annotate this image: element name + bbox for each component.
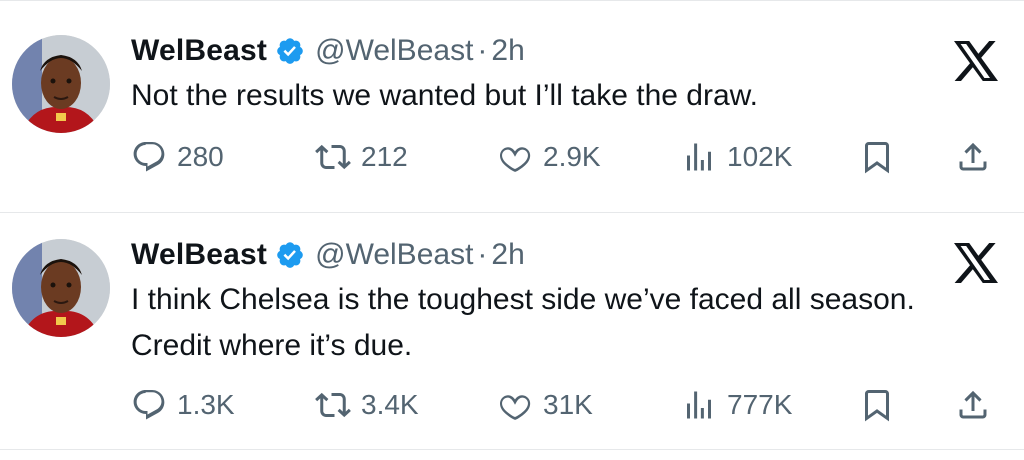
like-button[interactable]: 31K xyxy=(497,383,593,427)
avatar[interactable] xyxy=(12,35,110,133)
author-handle[interactable]: @WelBeast xyxy=(315,34,473,68)
action-bar: 280 212 2.9K 102K xyxy=(131,135,1011,179)
reply-icon xyxy=(133,142,165,172)
retweet-icon xyxy=(315,144,351,170)
share-icon xyxy=(959,390,987,419)
retweet-count: 3.4K xyxy=(361,389,419,420)
views-icon xyxy=(687,143,711,171)
views-count: 102K xyxy=(727,141,793,172)
action-bar: 1.3K 3.4K 31K 777K xyxy=(131,383,1011,427)
retweet-icon xyxy=(315,392,351,418)
reply-button[interactable]: 1.3K xyxy=(131,383,235,427)
tweet-card[interactable]: WelBeast @WelBeast · 2h Not the results … xyxy=(0,0,1024,213)
verified-badge-icon xyxy=(275,240,305,270)
share-icon xyxy=(959,142,987,171)
share-button[interactable] xyxy=(955,135,991,179)
retweet-count: 212 xyxy=(361,141,408,172)
bookmark-icon xyxy=(865,142,889,174)
retweet-button[interactable]: 3.4K xyxy=(315,383,419,427)
tweet-header: WelBeast @WelBeast · 2h xyxy=(131,235,525,275)
tweet-text: I think Chelsea is the toughest side we’… xyxy=(131,283,915,362)
like-count: 2.9K xyxy=(543,141,601,172)
bookmark-icon xyxy=(865,390,889,422)
views-count: 777K xyxy=(727,389,793,420)
separator-dot: · xyxy=(477,34,488,67)
heart-icon xyxy=(499,147,531,172)
separator-dot: · xyxy=(477,238,488,271)
author-handle[interactable]: @WelBeast xyxy=(315,238,473,272)
reply-button[interactable]: 280 xyxy=(131,135,224,179)
timestamp[interactable]: 2h xyxy=(491,238,524,272)
author-name[interactable]: WelBeast xyxy=(131,238,267,272)
reply-count: 1.3K xyxy=(177,389,235,420)
views-button[interactable]: 102K xyxy=(681,135,792,179)
like-button[interactable]: 2.9K xyxy=(497,135,601,179)
heart-icon xyxy=(499,395,531,420)
verified-badge-icon xyxy=(275,36,305,66)
author-name[interactable]: WelBeast xyxy=(131,34,267,68)
like-count: 31K xyxy=(543,389,593,420)
retweet-button[interactable]: 212 xyxy=(315,135,408,179)
timestamp[interactable]: 2h xyxy=(491,34,524,68)
tweet-text: Not the results we wanted but I’ll take … xyxy=(131,79,758,112)
tweet-card[interactable]: WelBeast @WelBeast · 2h I think Chelsea … xyxy=(0,211,1024,450)
reply-icon xyxy=(133,390,165,420)
bookmark-button[interactable] xyxy=(859,135,895,179)
reply-count: 280 xyxy=(177,141,224,172)
x-logo-icon xyxy=(952,241,1000,285)
tweet-header: WelBeast @WelBeast · 2h xyxy=(131,31,525,71)
avatar[interactable] xyxy=(12,239,110,337)
share-button[interactable] xyxy=(955,383,991,427)
views-icon xyxy=(687,391,711,419)
views-button[interactable]: 777K xyxy=(681,383,792,427)
bookmark-button[interactable] xyxy=(859,383,895,427)
